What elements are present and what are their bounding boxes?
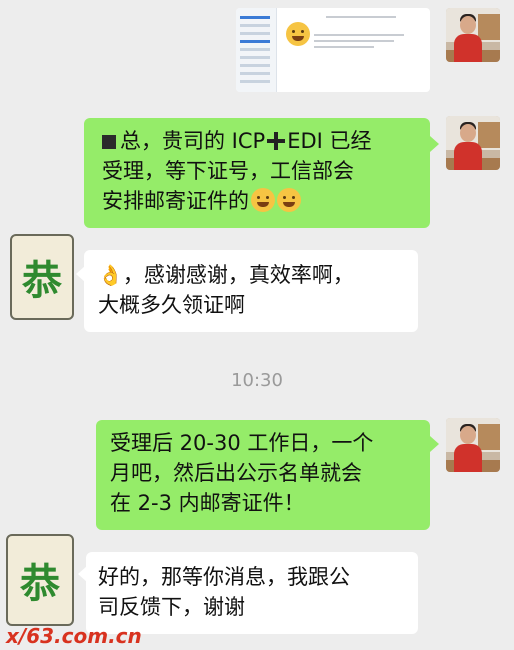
contact-avatar[interactable]: 恭 — [10, 234, 74, 320]
message-line: 司反馈下，谢谢 — [98, 595, 245, 619]
ok-hand-emoji-icon: 👌 — [98, 263, 123, 287]
bubble-tail — [430, 136, 439, 152]
message-bubble-outgoing[interactable]: 受理后 20-30 工作日，一个 月吧，然后出公示名单就会 在 2-3 内邮寄证… — [96, 420, 430, 530]
message-line: 月吧，然后出公示名单就会 — [110, 461, 362, 485]
grin-emoji-icon — [277, 188, 301, 212]
screenshot-sidebar — [236, 8, 277, 92]
message-bubble-incoming[interactable]: 好的，那等你消息，我跟公 司反馈下，谢谢 — [86, 552, 418, 634]
message-line: 大概多久领证啊 — [98, 293, 245, 317]
message-line: 受理，等下证号，工信部会 — [102, 159, 354, 183]
message-line: 好的，那等你消息，我跟公 — [98, 565, 350, 589]
plus-icon — [267, 132, 286, 150]
message-line: 受理后 20-30 工作日，一个 — [110, 431, 374, 455]
bubble-tail — [430, 436, 439, 452]
grin-emoji-icon — [251, 188, 275, 212]
message-line: 👌，感谢感谢，真效率啊， — [98, 260, 418, 290]
contact-avatar[interactable]: 恭 — [6, 534, 74, 626]
avatar-glyph: 恭 — [22, 257, 62, 304]
shared-screenshot-image[interactable] — [236, 8, 430, 92]
message-bubble-incoming[interactable]: 👌，感谢感谢，真效率啊， 大概多久领证啊 — [84, 250, 418, 332]
message-line: 在 2-3 内邮寄证件！ — [110, 491, 305, 515]
chat-timestamp: 10:30 — [231, 370, 283, 391]
message-line: 总，贵司的 ICP EDI 已经 — [102, 126, 430, 156]
grin-emoji-icon — [286, 22, 310, 46]
my-avatar[interactable] — [446, 116, 500, 170]
site-watermark: x/63.com.cn — [6, 624, 142, 648]
avatar-glyph: 恭 — [20, 560, 60, 607]
my-avatar[interactable] — [446, 8, 500, 62]
my-avatar[interactable] — [446, 418, 500, 472]
square-emoji-icon — [102, 135, 116, 149]
message-line: 安排邮寄证件的 — [102, 186, 430, 216]
message-bubble-outgoing[interactable]: 总，贵司的 ICP EDI 已经 受理，等下证号，工信部会 安排邮寄证件的 — [84, 118, 430, 228]
